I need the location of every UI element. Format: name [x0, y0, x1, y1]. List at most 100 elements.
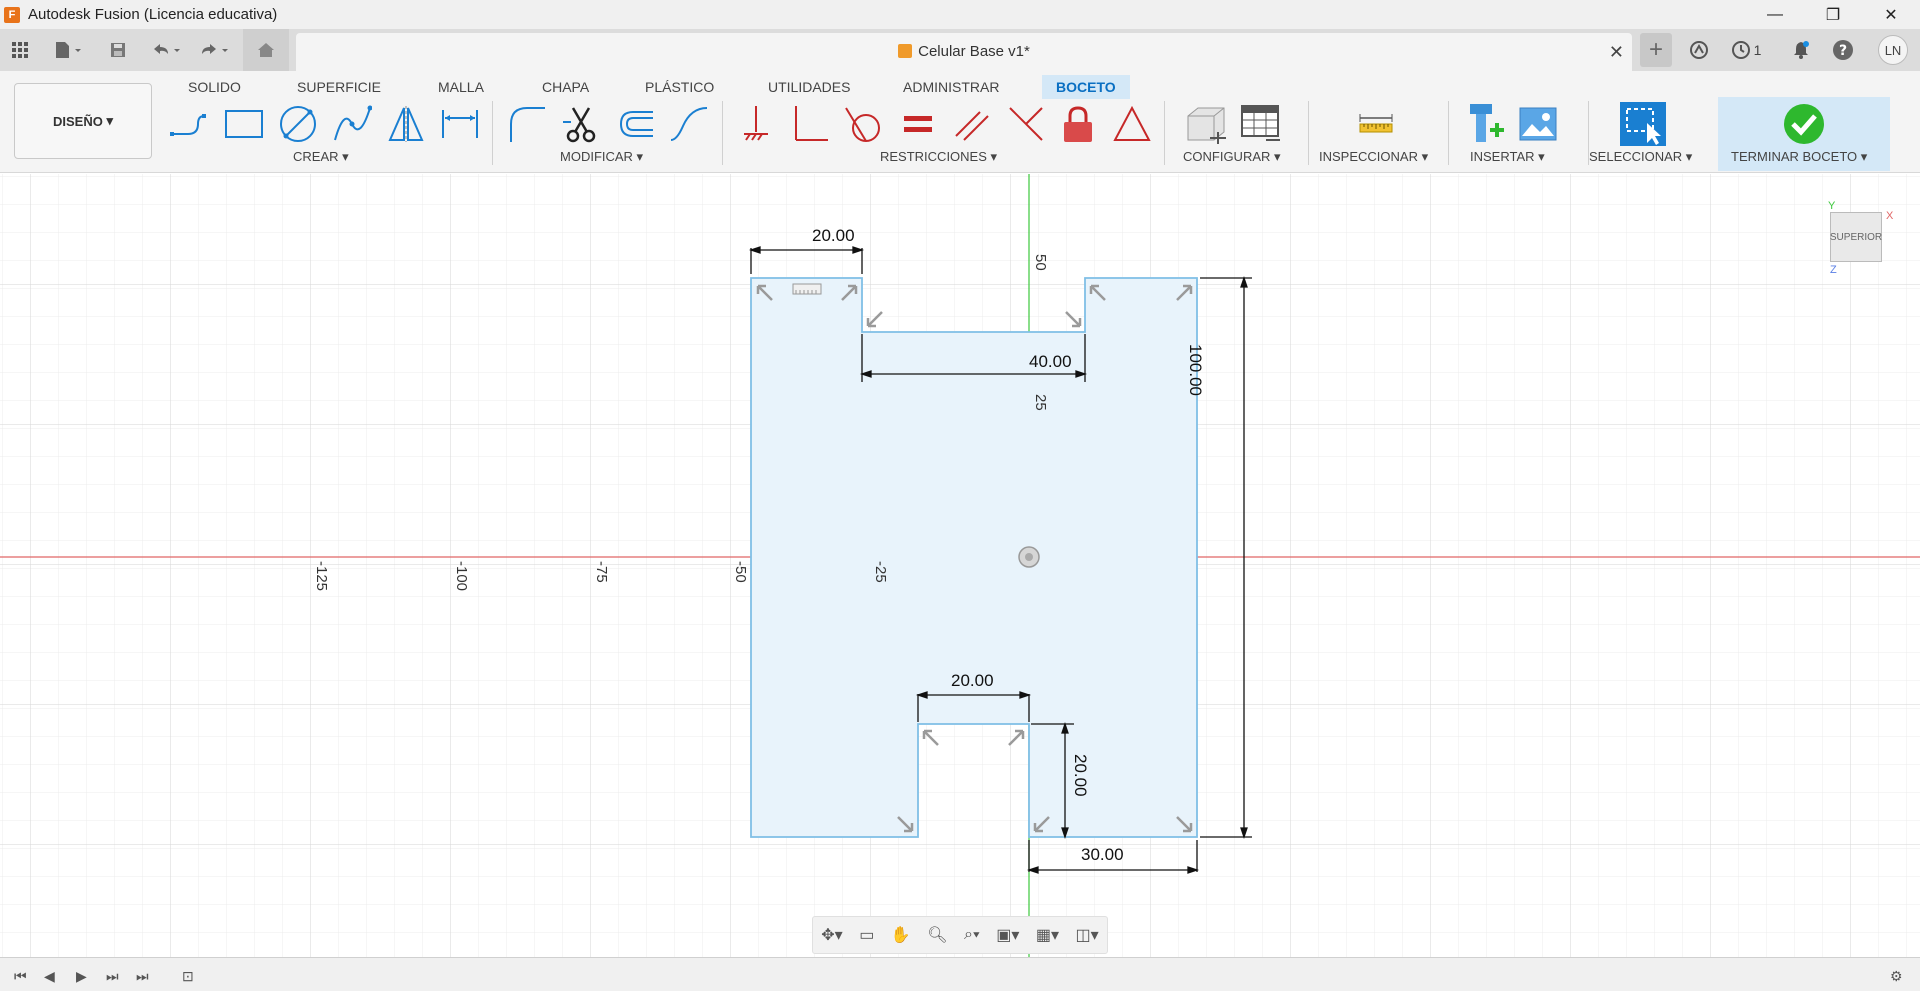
group-crear[interactable]: CREAR ▾ — [293, 149, 349, 165]
finish-sketch-check-icon[interactable] — [1780, 101, 1828, 147]
close-window-button[interactable]: ✕ — [1862, 0, 1920, 29]
rectangle-tool-icon[interactable] — [220, 101, 268, 147]
restore-button[interactable]: ❐ — [1804, 0, 1862, 29]
file-menu-icon[interactable] — [48, 29, 88, 71]
dim-bottom-right-width[interactable]: 30.00 — [1081, 845, 1124, 865]
offset-tool-icon[interactable] — [611, 101, 659, 147]
ribbon-separator — [1448, 101, 1449, 165]
timeline-settings-icon[interactable]: ⚙ — [1890, 968, 1903, 985]
component-cube-icon — [898, 44, 913, 58]
group-modificar[interactable]: MODIFICAR ▾ — [560, 149, 643, 165]
fusion-logo-icon: F — [4, 6, 20, 23]
step-forward-icon[interactable]: ⏭ — [106, 968, 119, 985]
go-to-start-icon[interactable]: ⏮ — [14, 968, 27, 985]
perpendicular-constraint-icon[interactable] — [786, 101, 834, 147]
timeline: ⏮ ◀ ▶ ⏭ ⏭ ⊡ ⚙ — [0, 957, 1920, 991]
close-tab-button[interactable]: ✕ — [1609, 42, 1624, 63]
tab-administrar[interactable]: ADMINISTRAR — [889, 75, 1013, 99]
svg-text:?: ? — [1839, 43, 1847, 59]
fit-icon[interactable]: ⌕▾ — [964, 926, 980, 944]
grid-settings-icon[interactable]: ▦▾ — [1036, 925, 1059, 945]
insert-image-icon[interactable] — [1514, 101, 1562, 147]
horizontal-constraint-icon — [792, 283, 822, 295]
toolbar-ribbon: DISEÑO ▾ SOLIDO SUPERFICIE MALLA CHAPA P… — [0, 71, 1920, 173]
display-settings-icon[interactable]: ▣▾ — [996, 925, 1019, 945]
viewcube-z-axis: Z — [1830, 264, 1837, 276]
dim-top-left-width[interactable]: 20.00 — [812, 226, 855, 246]
tab-utilidades[interactable]: UTILIDADES — [754, 75, 864, 99]
window-title: Autodesk Fusion (Licencia educativa) — [28, 6, 278, 23]
circle-tool-icon[interactable] — [274, 101, 322, 147]
select-tool-icon[interactable] — [1618, 101, 1668, 147]
curve-tool-icon[interactable] — [665, 101, 713, 147]
apps-grid-icon[interactable] — [8, 29, 32, 71]
group-restricciones[interactable]: RESTRICCIONES ▾ — [880, 149, 997, 165]
spline-tool-icon[interactable] — [328, 101, 376, 147]
look-at-icon[interactable]: ▭ — [859, 925, 874, 945]
fillet-tool-icon[interactable] — [503, 101, 551, 147]
workspace-label: DISEÑO — [53, 113, 103, 129]
tab-superficie[interactable]: SUPERFICIE — [283, 75, 395, 99]
viewports-icon[interactable]: ◫▾ — [1076, 925, 1099, 945]
tab-boceto[interactable]: BOCETO — [1042, 75, 1130, 99]
group-seleccionar[interactable]: SELECCIONAR ▾ — [1589, 149, 1692, 165]
coincident-constraint-icon[interactable] — [1002, 101, 1050, 147]
notifications-icon[interactable] — [1786, 29, 1816, 71]
tab-plastico[interactable]: PLÁSTICO — [631, 75, 728, 99]
ribbon-separator — [1164, 101, 1165, 165]
dimension-tool-icon[interactable] — [436, 101, 484, 147]
parallel-constraint-icon[interactable] — [948, 101, 996, 147]
help-icon[interactable]: ? — [1828, 29, 1858, 71]
minimize-button[interactable]: — — [1746, 0, 1804, 29]
sketch-feature-icon[interactable]: ⊡ — [182, 968, 194, 985]
dim-bottom-notch-height[interactable]: 20.00 — [1070, 754, 1090, 797]
user-avatar[interactable]: LN — [1878, 35, 1908, 65]
measure-tool-icon[interactable] — [1352, 101, 1400, 147]
save-icon[interactable] — [106, 29, 130, 71]
group-configurar[interactable]: CONFIGURAR ▾ — [1183, 149, 1281, 165]
zoom-icon[interactable]: 🔍︎ — [927, 925, 947, 945]
parameters-box-icon[interactable] — [1182, 101, 1230, 147]
insert-component-icon[interactable] — [1462, 101, 1510, 147]
dim-top-notch-width[interactable]: 40.00 — [1029, 352, 1072, 372]
triangle-constraint-icon[interactable] — [1108, 101, 1156, 147]
play-icon[interactable]: ▶ — [76, 968, 87, 985]
tangent-constraint-icon[interactable] — [840, 101, 888, 147]
mirror-tool-icon[interactable] — [382, 101, 430, 147]
tab-malla[interactable]: MALLA — [424, 75, 498, 99]
job-count: 1 — [1753, 42, 1762, 58]
home-icon[interactable] — [243, 29, 289, 71]
extensions-icon[interactable] — [1684, 29, 1714, 71]
fix-constraint-icon[interactable] — [732, 101, 780, 147]
document-title: Celular Base v1* — [918, 43, 1030, 60]
sketch-drawing — [0, 174, 1920, 957]
undo-icon[interactable] — [146, 29, 186, 71]
group-insertar[interactable]: INSERTAR ▾ — [1470, 149, 1545, 165]
finish-sketch-button[interactable]: TERMINAR BOCETO ▾ — [1731, 149, 1867, 165]
step-back-icon[interactable]: ◀ — [44, 968, 55, 985]
group-inspeccionar[interactable]: INSPECCIONAR ▾ — [1319, 149, 1428, 165]
workspace-selector[interactable]: DISEÑO ▾ — [14, 83, 152, 159]
new-tab-button[interactable]: + — [1640, 33, 1672, 67]
pan-icon[interactable]: ✋ — [891, 925, 911, 945]
lock-constraint-icon[interactable] — [1054, 101, 1102, 147]
dim-total-height[interactable]: 100.00 — [1185, 344, 1205, 396]
ribbon-separator — [1308, 101, 1309, 165]
redo-icon[interactable] — [194, 29, 234, 71]
tab-solido[interactable]: SOLIDO — [174, 75, 255, 99]
orbit-icon[interactable]: ✥▾ — [821, 925, 842, 945]
plus-icon: + — [1648, 36, 1663, 63]
job-status-icon[interactable]: 1 — [1726, 29, 1766, 71]
go-to-end-icon[interactable]: ⏭ — [136, 968, 149, 985]
line-tool-icon[interactable] — [166, 101, 214, 147]
tab-chapa[interactable]: CHAPA — [528, 75, 603, 99]
table-config-icon[interactable] — [1236, 101, 1284, 147]
document-tab[interactable]: Celular Base v1* ✕ — [296, 33, 1632, 71]
equal-constraint-icon[interactable] — [894, 101, 942, 147]
viewcube-face-label: SUPERIOR — [1829, 231, 1883, 243]
trim-tool-icon[interactable] — [557, 101, 605, 147]
dim-bottom-notch-width[interactable]: 20.00 — [951, 671, 994, 691]
sketch-canvas[interactable]: 20.00 40.00 100.00 20.00 20.00 30.00 -12… — [0, 174, 1920, 957]
viewcube[interactable]: SUPERIOR — [1830, 212, 1882, 262]
document-tab-bar: Celular Base v1* ✕ + 1 ? LN — [0, 29, 1920, 71]
